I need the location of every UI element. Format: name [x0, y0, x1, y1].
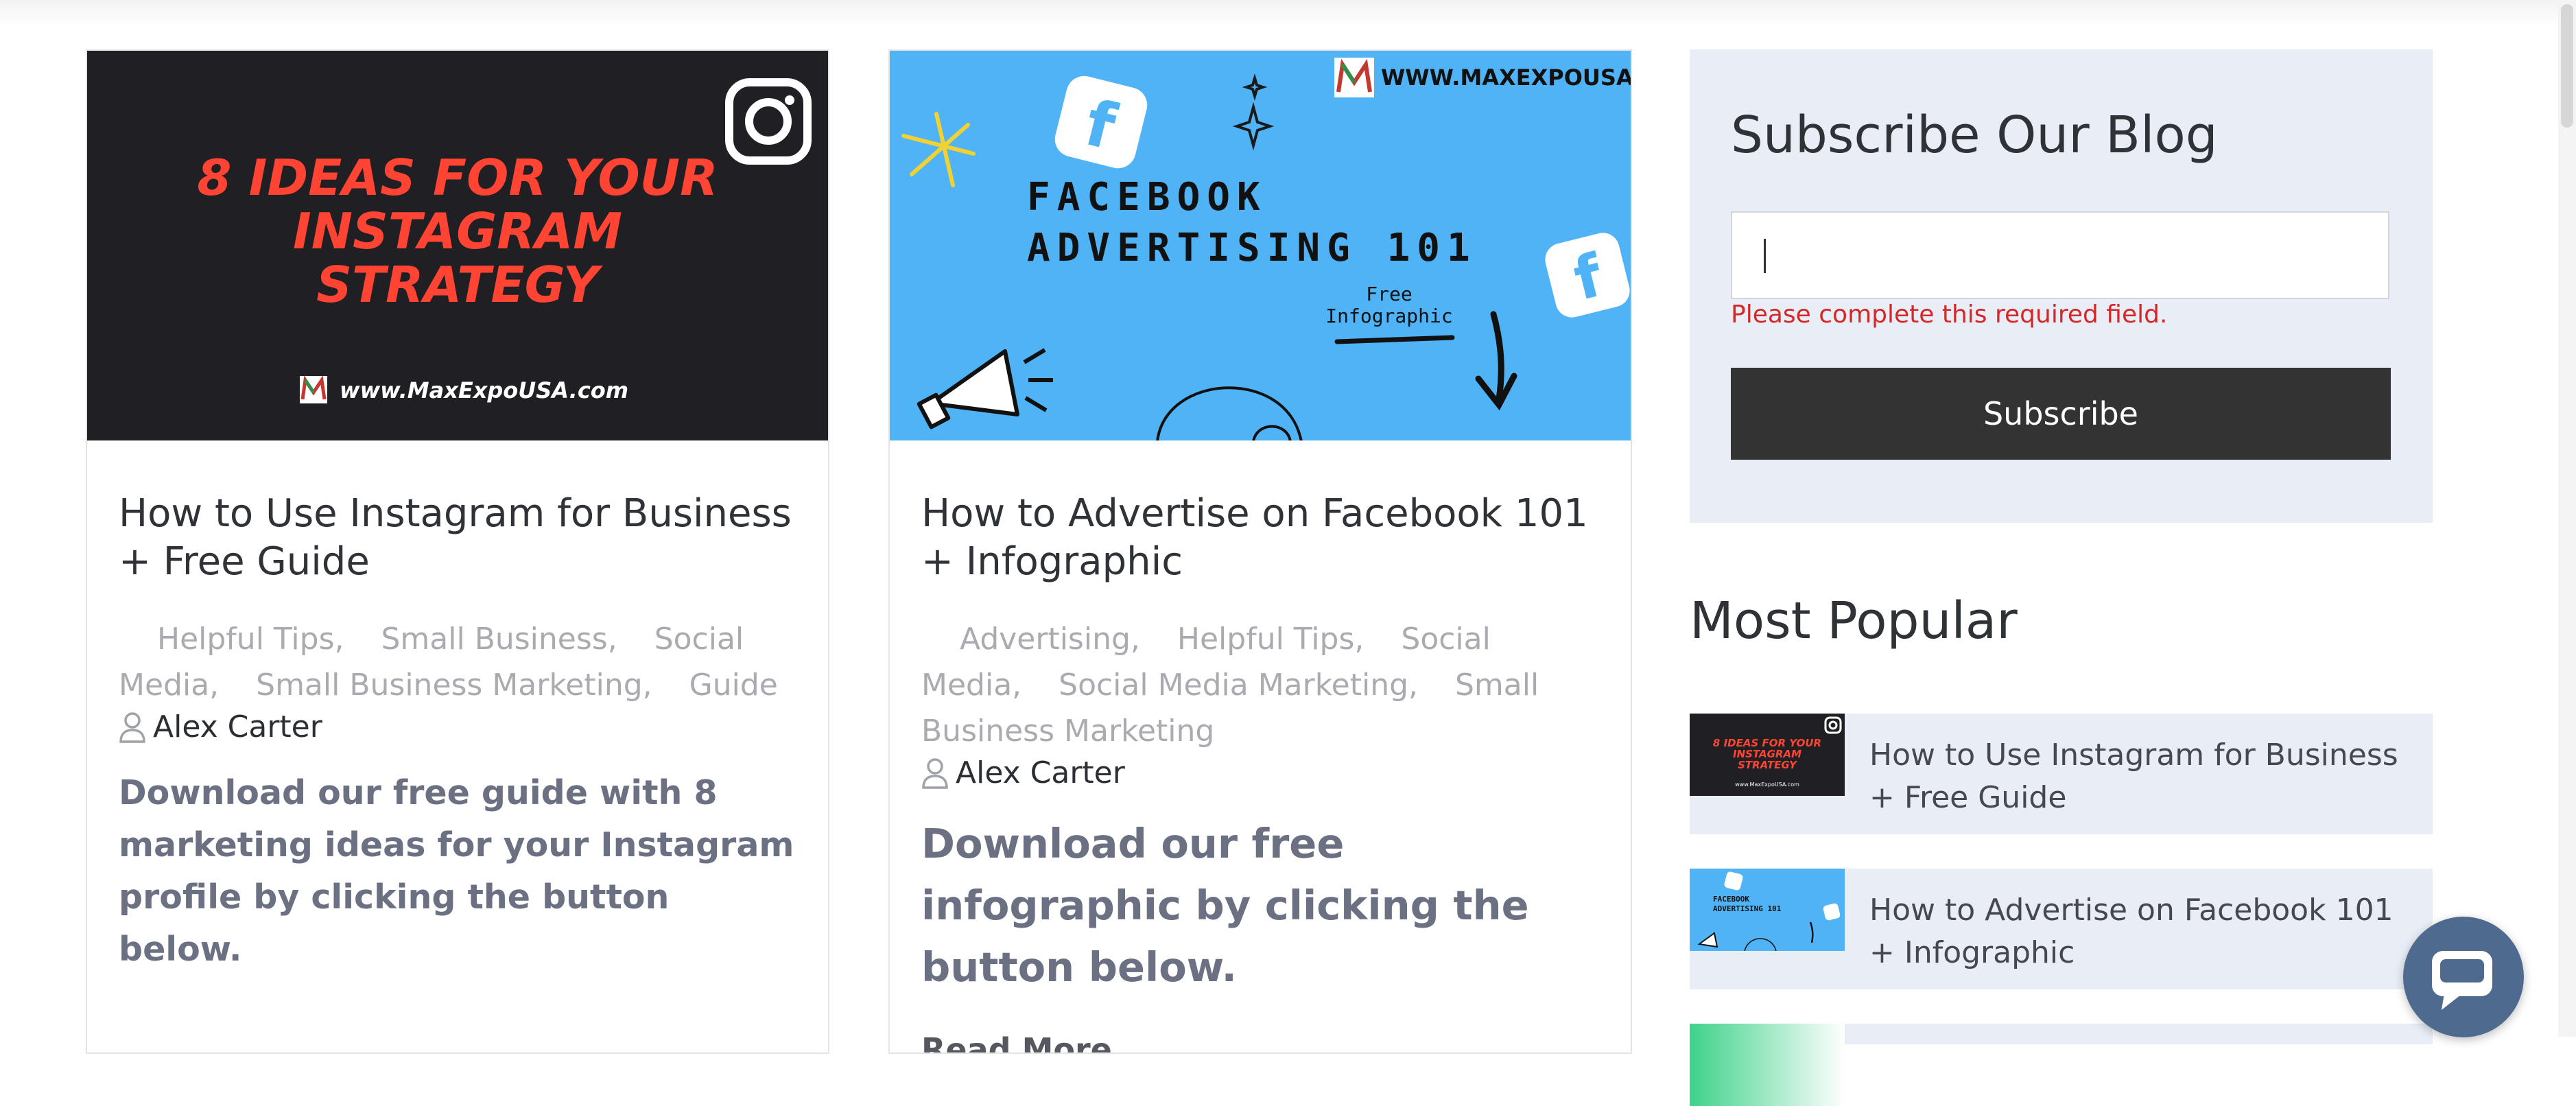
thumb-site-url: www.MaxExpoUSA.com — [1735, 781, 1799, 788]
subscribe-panel: Subscribe Our Blog Please complete this … — [1690, 49, 2433, 523]
image-headline-line: STRATEGY — [316, 256, 604, 314]
image-site-url: WWW.MAXEXPOUSA.COM — [1381, 64, 1631, 91]
post-categories: Helpful Tips, Small Business, Social Media… — [119, 616, 798, 708]
image-headline-line: ADVERTISING 101 — [1027, 226, 1477, 270]
popular-post-thumbnail[interactable] — [1690, 1024, 1845, 1106]
maxexpo-logo-icon — [1334, 58, 1374, 97]
thumb-headline-line: FACEBOOK — [1713, 895, 1749, 904]
author-name[interactable]: Alex Carter — [956, 754, 1125, 792]
subscribe-button[interactable]: Subscribe — [1731, 368, 2391, 460]
megaphone-icon — [917, 348, 1053, 430]
category-link[interactable]: Advertising, — [960, 622, 1140, 657]
scrollbar-thumb[interactable] — [2561, 4, 2573, 128]
post-excerpt: Download our free infographic by clickin… — [921, 820, 1529, 991]
popular-post-item[interactable]: 8 IDEAS FOR YOUR INSTAGRAM STRATEGY www.… — [1690, 714, 2433, 834]
post-author: Alex Carter — [119, 708, 798, 746]
popular-post-thumbnail[interactable]: FACEBOOK ADVERTISING 101 — [1690, 869, 1845, 951]
image-subheadline: Free — [1366, 283, 1412, 305]
facebook-icon: f — [1054, 75, 1148, 169]
image-site-url: www.MaxExpoUSA.com — [340, 377, 628, 403]
image-headline-line: FACEBOOK — [1027, 175, 1267, 220]
popular-post-title[interactable]: How to Advertise on Facebook 101 + Infog… — [1869, 889, 2418, 974]
category-link[interactable]: Helpful Tips, — [157, 622, 344, 657]
star-doodle-icon — [1232, 73, 1275, 151]
category-link[interactable]: Guide — [689, 668, 778, 703]
instagram-icon — [725, 78, 812, 165]
popular-post-title[interactable]: How to Use Instagram for Business + Free… — [1869, 734, 2418, 819]
post-title[interactable]: How to Use Instagram for Business + Free… — [119, 490, 798, 586]
target-doodle — [1156, 386, 1303, 440]
post-author: Alex Carter — [921, 754, 1600, 792]
thumb-headline-line: STRATEGY — [1738, 759, 1798, 771]
instagram-post-graphic: 8 IDEAS FOR YOUR INSTAGRAM STRATEGY www.… — [197, 78, 812, 403]
image-subheadline: Infographic — [1325, 305, 1452, 327]
email-field[interactable] — [1731, 211, 2389, 299]
category-link[interactable]: Social Media Marketing, — [1059, 668, 1418, 703]
instagram-icon — [1824, 716, 1842, 734]
post-image[interactable]: f f WWW.MAXEXPOUSA.COM FACEBOOK ADVER — [890, 51, 1631, 440]
facebook-icon: f — [1545, 233, 1630, 318]
category-link[interactable]: Helpful Tips, — [1177, 622, 1364, 657]
maxexpo-logo-icon — [300, 375, 327, 403]
image-headline-line: INSTAGRAM — [293, 202, 622, 260]
facebook-icon — [1724, 871, 1743, 891]
post-excerpt: Download our free guide with 8 marketing… — [119, 773, 794, 969]
category-link[interactable]: Small Business, — [381, 622, 617, 657]
read-more-link[interactable]: Read More — [921, 1031, 1112, 1052]
user-icon — [119, 712, 145, 743]
author-name[interactable]: Alex Carter — [153, 708, 322, 746]
arrow-down-icon — [1475, 311, 1517, 411]
instagram-thumb-graphic: 8 IDEAS FOR YOUR INSTAGRAM STRATEGY www.… — [1713, 716, 1842, 788]
sparkle-icon — [901, 112, 976, 187]
facebook-thumb-graphic: FACEBOOK ADVERTISING 101 — [1697, 871, 1841, 951]
chat-bubble-icon — [2432, 951, 2492, 1010]
popular-post-item[interactable] — [1690, 1024, 2433, 1106]
required-field-error: Please complete this required field. — [1731, 301, 2168, 329]
top-shadow — [0, 0, 2576, 27]
text-caret — [1764, 239, 1766, 273]
scrollbar[interactable] — [2558, 0, 2576, 1037]
post-card: 8 IDEAS FOR YOUR INSTAGRAM STRATEGY www.… — [86, 49, 829, 1054]
thumb-headline-line: ADVERTISING 101 — [1713, 904, 1782, 913]
facebook-post-graphic: f f WWW.MAXEXPOUSA.COM FACEBOOK ADVER — [901, 58, 1631, 440]
user-icon — [922, 758, 948, 789]
popular-post-thumbnail[interactable]: 8 IDEAS FOR YOUR INSTAGRAM STRATEGY www.… — [1690, 714, 1845, 796]
post-categories: Advertising, Helpful Tips, Social Media, So… — [921, 616, 1600, 754]
popular-post-item[interactable]: FACEBOOK ADVERTISING 101 How to Advertis… — [1690, 869, 2433, 989]
post-title[interactable]: How to Advertise on Facebook 101 + Infog… — [921, 490, 1600, 586]
post-image[interactable]: 8 IDEAS FOR YOUR INSTAGRAM STRATEGY www.… — [87, 51, 828, 440]
post-card: f f WWW.MAXEXPOUSA.COM FACEBOOK ADVER — [888, 49, 1632, 1054]
image-headline-line: 8 IDEAS FOR YOUR — [197, 149, 718, 207]
chat-launcher-button[interactable] — [2403, 917, 2524, 1037]
subscribe-title: Subscribe Our Blog — [1731, 106, 2218, 165]
category-link[interactable]: Small Business Marketing, — [256, 668, 652, 703]
most-popular-title: Most Popular — [1690, 591, 2018, 650]
